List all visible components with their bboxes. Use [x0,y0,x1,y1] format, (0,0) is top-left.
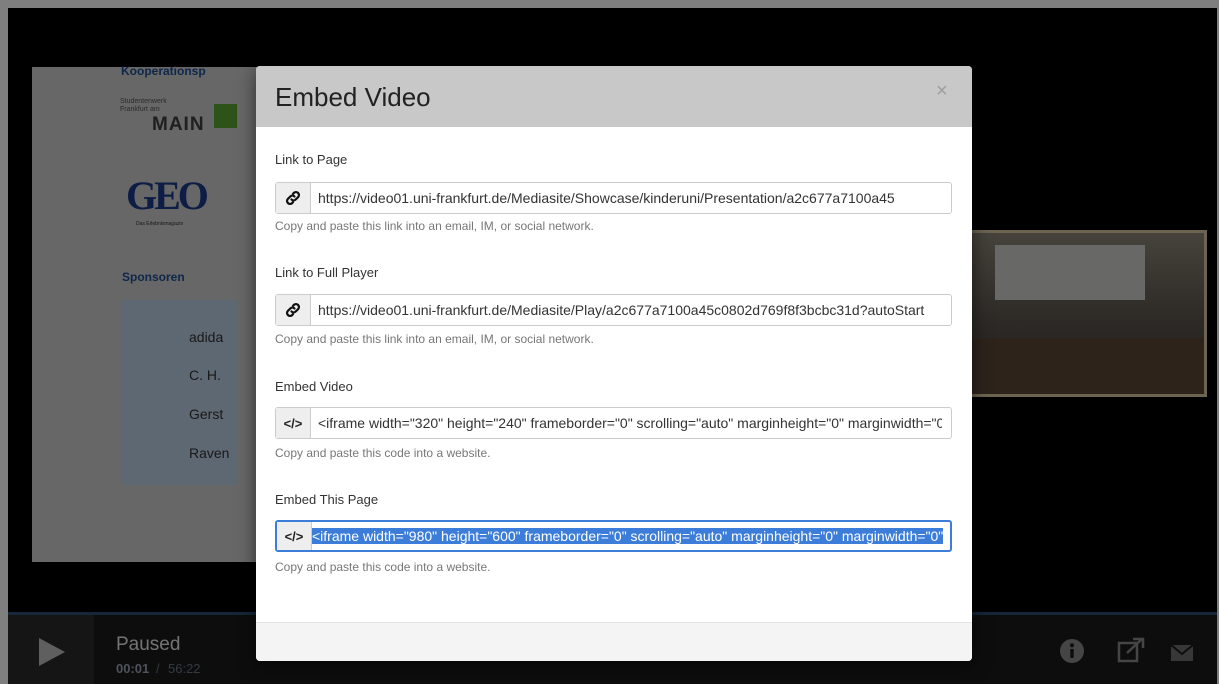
dialog-title: Embed Video [275,82,431,112]
link-icon [276,183,311,213]
embed-this-page-selection: <iframe width="980" height="600" framebo… [312,528,944,544]
link-icon [276,295,311,325]
code-icon: </> [276,408,311,438]
embed-video-row: </> [275,407,952,439]
dialog-header: Embed Video × [256,66,972,127]
embed-video-dialog: Embed Video × Link to Page Copy and past… [256,66,972,661]
embed-this-page-row: </> <iframe width="980" height="600" fra… [275,520,952,552]
embed-this-page-help: Copy and paste this code into a website. [275,560,491,574]
embed-video-input[interactable] [310,408,950,438]
close-icon[interactable]: × [936,80,948,103]
link-to-full-player-help: Copy and paste this link into an email, … [275,332,594,346]
link-to-page-row [275,182,952,214]
link-to-full-player-row [275,294,952,326]
code-icon: </> [277,522,312,550]
embed-video-help: Copy and paste this code into a website. [275,446,491,460]
dialog-footer [256,622,972,661]
link-to-full-player-input[interactable] [310,295,950,325]
link-to-page-label: Link to Page [275,152,348,167]
link-to-full-player-label: Link to Full Player [275,265,379,280]
embed-this-page-label: Embed This Page [275,492,379,507]
link-to-page-help: Copy and paste this link into an email, … [275,219,594,233]
embed-video-label: Embed Video [275,379,353,394]
link-to-page-input[interactable] [310,183,950,213]
embed-this-page-input[interactable]: <iframe width="980" height="600" framebo… [311,522,951,550]
